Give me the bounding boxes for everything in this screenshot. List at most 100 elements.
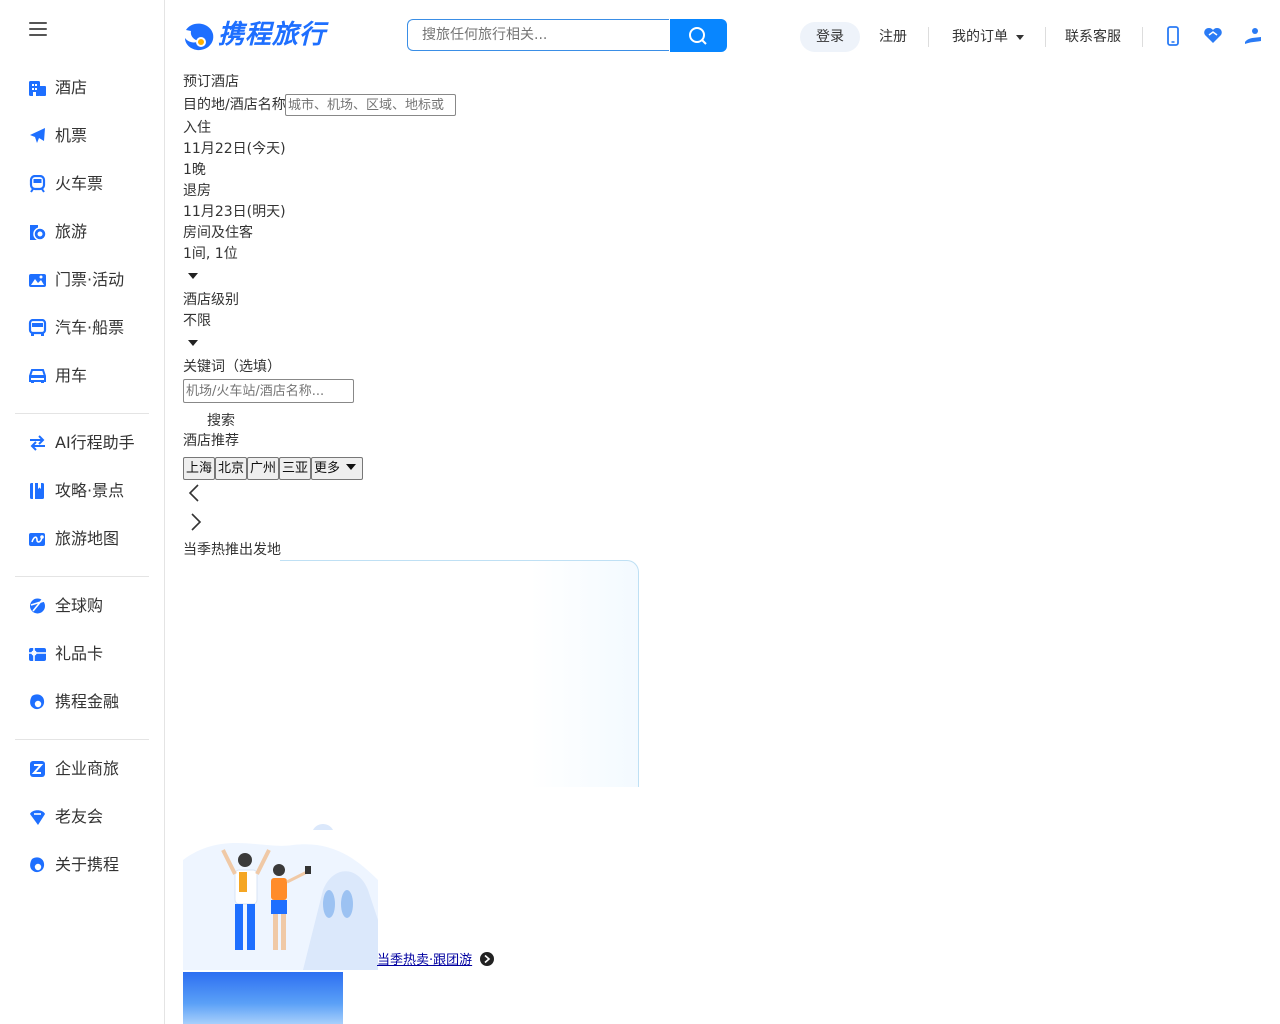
sidebar-group-shopping: 全球购 礼品卡 携程金融 [0,582,164,726]
sidebar-item-guide[interactable]: 攻略·景点 [0,467,164,515]
nights-count: 1晚 [183,162,206,178]
ticket-icon [29,274,46,287]
rooms-label: 房间及住客 [183,225,253,241]
dolphin-logo-icon [185,23,214,51]
map-icon [29,533,45,546]
star-label: 酒店级别 [183,292,239,308]
sidebar-item-ticket[interactable]: 门票·活动 [0,256,164,304]
checkin-label: 入住 [183,120,211,136]
hamburger-icon[interactable] [29,22,47,38]
arrow-right-circle-icon[interactable] [480,952,494,966]
carousel-prev-icon[interactable] [187,483,201,503]
nav-divider [1045,27,1046,47]
about-icon [30,857,45,873]
keyword-input[interactable] [183,379,354,403]
sidebar-group-about: 企业商旅 老友会 关于携程 [0,745,164,889]
ai-assistant-icon [30,435,45,451]
rooms-value[interactable]: 1间, 1位 [183,244,238,264]
city-more-dropdown[interactable]: 更多 [311,457,363,480]
sidebar-item-bus[interactable]: 汽车·船票 [0,304,164,352]
my-orders-label: 我的订单 [952,29,1008,45]
sidebar-item-label: 门票·活动 [55,270,125,289]
user-service-icon[interactable] [1243,26,1263,46]
sidebar-item-label: 酒店 [55,78,88,97]
global-shop-icon [30,598,45,614]
sidebar-item-label: 火车票 [55,174,104,193]
guide-icon [30,483,44,499]
login-button[interactable]: 登录 [800,22,860,52]
sidebar-group-main: 酒店 机票 火车票 旅游 门票·活动 汽车·船票 用车 [0,64,164,400]
sidebar-item-about[interactable]: 关于携程 [0,841,164,889]
sidebar-item-label: 旅游地图 [55,529,120,548]
booking-title: 预订酒店 [183,74,239,90]
hotel-icon [29,81,46,96]
sidebar-item-club[interactable]: 老友会 [0,793,164,841]
keyword-label: 关键词（选填） [183,359,281,375]
plane-icon [30,128,45,143]
search-submit-button[interactable]: 搜索 [207,411,235,431]
sidebar-item-label: 关于携程 [55,855,120,874]
sidebar-item-travel-map[interactable]: 旅游地图 [0,515,164,563]
favorites-icon[interactable] [1203,26,1223,46]
sidebar-item-label: 全球购 [55,596,104,615]
gift-card-icon [29,648,46,661]
sidebar-item-label: 用车 [55,366,88,385]
tour-icon [30,225,47,241]
sidebar-item-finance[interactable]: 携程金融 [0,678,164,726]
train-icon [29,175,46,193]
sidebar-group-tools: AI行程助手 攻略·景点 旅游地图 [0,419,164,563]
brand-logo[interactable]: 携程旅行 [182,18,378,52]
sidebar-item-flight[interactable]: 机票 [0,112,164,160]
travelers-illustration [183,824,378,970]
sidebar-item-gift-card[interactable]: 礼品卡 [0,630,164,678]
sidebar-item-ai-assistant[interactable]: AI行程助手 [0,419,164,467]
hotel-recommend-title: 酒店推荐 [183,433,239,449]
checkin-date[interactable]: 11月22日(今天) [183,139,286,159]
star-value[interactable]: 不限 [183,311,211,331]
carousel-next-icon[interactable] [189,512,203,532]
search-icon [689,27,707,45]
my-orders-dropdown[interactable]: 我的订单 [952,22,1025,52]
sidebar-item-label: 攻略·景点 [55,481,125,500]
promo-banner-image[interactable] [183,972,343,1024]
sidebar-item-train[interactable]: 火车票 [0,160,164,208]
sidebar-item-label: 企业商旅 [55,759,120,778]
club-icon [30,810,45,825]
promo-tour-link[interactable]: 当季热卖·跟团游 [377,952,472,970]
sidebar: 酒店 机票 火车票 旅游 门票·活动 汽车·船票 用车 AI行程助手 攻略·景点… [0,0,165,1024]
sidebar-item-label: 机票 [55,126,88,145]
nav-divider [928,27,929,47]
sidebar-divider [15,739,149,740]
chevron-down-icon [1016,34,1025,40]
global-search-input[interactable] [407,19,669,51]
season-card-frame [280,560,639,787]
sidebar-item-global-shop[interactable]: 全球购 [0,582,164,630]
sidebar-item-label: 礼品卡 [55,644,104,663]
more-label: 更多 [314,461,341,476]
sidebar-item-label: 携程金融 [55,692,120,711]
season-title: 当季热推出发地 [183,542,281,558]
business-icon [30,761,45,777]
sidebar-item-business[interactable]: 企业商旅 [0,745,164,793]
search-button[interactable] [670,19,727,52]
nav-divider [1142,27,1143,47]
city-tab-shanghai[interactable]: 上海 [183,457,216,480]
brand-name: 携程旅行 [218,20,327,50]
sidebar-item-tour[interactable]: 旅游 [0,208,164,256]
checkout-date[interactable]: 11月23日(明天) [183,202,286,222]
customer-service-link[interactable]: 联系客服 [1065,22,1121,52]
rooms-dropdown-icon[interactable] [188,273,198,279]
mobile-app-icon[interactable] [1163,26,1183,46]
sidebar-item-label: 汽车·船票 [55,318,125,337]
city-tab-guangzhou[interactable]: 广州 [247,457,280,480]
destination-input[interactable] [285,94,456,116]
sidebar-item-car[interactable]: 用车 [0,352,164,400]
sidebar-item-label: 老友会 [55,807,104,826]
city-tab-beijing[interactable]: 北京 [215,457,248,480]
city-tab-sanya[interactable]: 三亚 [279,457,312,480]
star-dropdown-icon[interactable] [188,340,198,346]
car-icon [29,369,46,383]
sidebar-item-hotel[interactable]: 酒店 [0,64,164,112]
register-link[interactable]: 注册 [879,22,907,52]
chevron-down-icon [346,463,357,470]
